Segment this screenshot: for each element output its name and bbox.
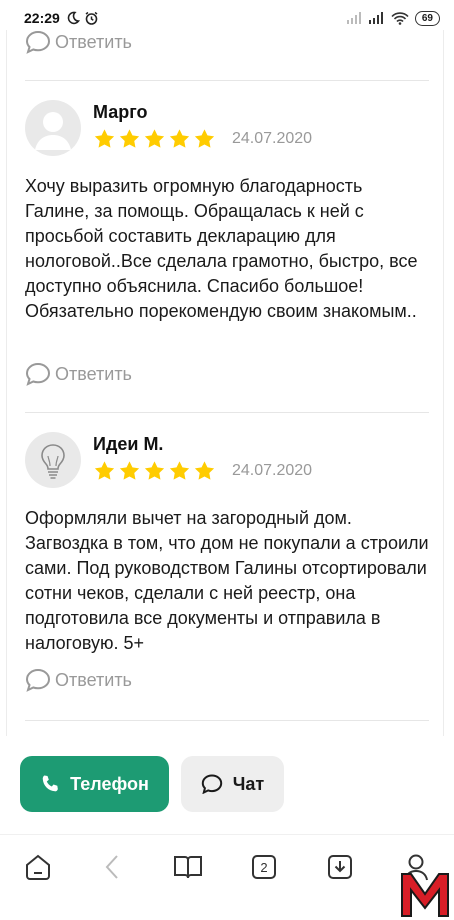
chat-icon — [201, 774, 222, 794]
rating-stars — [93, 460, 216, 482]
star-icon — [119, 129, 140, 148]
review-item: Марго 24.07.2020 Хочу выразить огромную … — [25, 100, 429, 400]
status-time: 22:29 — [24, 10, 60, 26]
divider — [25, 412, 429, 413]
divider — [25, 720, 429, 721]
reviews-card: Ответить Марго 24.07.2020 Хочу выразить … — [6, 30, 444, 736]
browser-nav-bar: 2 — [0, 834, 454, 920]
star-icon — [169, 461, 190, 480]
rating-stars — [93, 128, 216, 150]
phone-icon — [42, 775, 58, 792]
reply-button[interactable]: Ответить — [25, 668, 132, 692]
comment-icon — [25, 668, 51, 692]
star-icon — [144, 129, 165, 148]
star-icon — [119, 461, 140, 480]
star-icon — [144, 461, 165, 480]
tabs-icon[interactable]: 2 — [248, 851, 280, 883]
divider — [25, 80, 429, 81]
alarm-icon — [85, 11, 98, 25]
phone-button[interactable]: Телефон — [20, 756, 169, 812]
moon-icon — [67, 11, 80, 25]
download-icon[interactable] — [324, 851, 356, 883]
home-icon[interactable] — [22, 851, 54, 883]
lightbulb-icon — [25, 432, 81, 488]
star-icon — [94, 461, 115, 480]
reply-label: Ответить — [55, 669, 132, 690]
review-author: Идеи М. — [93, 434, 164, 454]
star-icon — [194, 461, 215, 480]
signal-icon — [368, 12, 383, 24]
chat-button[interactable]: Чат — [181, 756, 284, 812]
back-icon[interactable] — [97, 851, 129, 883]
comment-icon — [25, 362, 51, 386]
star-icon — [94, 129, 115, 148]
review-text: Хочу выразить огромную благодарность Гал… — [25, 176, 418, 321]
wifi-icon — [391, 11, 409, 25]
review-author: Марго — [93, 102, 148, 122]
comment-icon — [25, 30, 51, 54]
star-icon — [194, 129, 215, 148]
battery-icon: 69 — [414, 10, 440, 26]
review-item: Идеи М. 24.07.2020 Оформляли вычет на за… — [25, 432, 429, 692]
phone-label: Телефон — [70, 773, 149, 794]
reply-label: Ответить — [55, 363, 132, 384]
book-icon[interactable] — [172, 851, 204, 883]
reply-button[interactable]: Ответить — [25, 30, 132, 54]
contact-actions: Телефон Чат — [0, 736, 454, 834]
user-silhouette-icon — [25, 100, 81, 156]
signal-icon — [346, 12, 361, 24]
review-text: Оформляли вычет на загородный дом. Загво… — [25, 508, 429, 653]
reply-label: Ответить — [55, 31, 132, 52]
watermark-logo — [398, 870, 452, 918]
review-date: 24.07.2020 — [232, 130, 313, 147]
tabs-count: 2 — [252, 855, 276, 879]
star-icon — [169, 129, 190, 148]
reply-button[interactable]: Ответить — [25, 362, 132, 386]
review-date: 24.07.2020 — [232, 462, 313, 479]
chat-label: Чат — [232, 773, 265, 794]
